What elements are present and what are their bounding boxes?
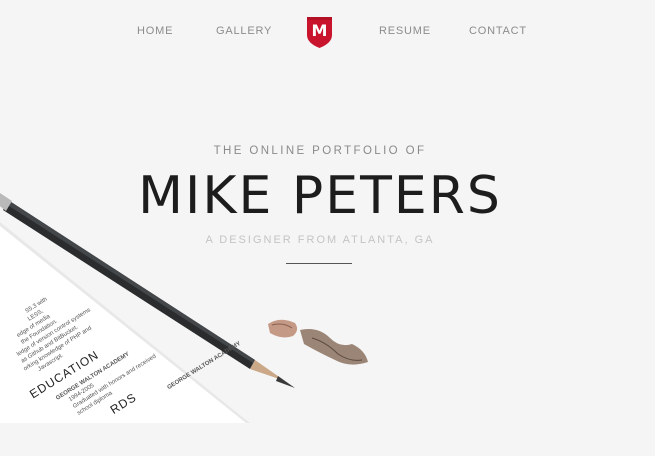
hero-kicker: THE ONLINE PORTFOLIO OF: [213, 145, 427, 157]
hero-divider: [286, 263, 352, 264]
nav-resume-link[interactable]: RESUME: [379, 25, 431, 37]
logo-shield-icon[interactable]: M: [305, 15, 334, 49]
nav-gallery-link[interactable]: GALLERY: [216, 25, 272, 37]
nav-contact-link[interactable]: CONTACT: [469, 25, 527, 37]
nav-home-link[interactable]: HOME: [137, 25, 173, 37]
pencil-shavings: [268, 319, 368, 365]
pencil-lead: [276, 376, 295, 388]
top-navigation: HOME GALLERY M RESUME CONTACT: [0, 0, 655, 62]
hero-name-title: MIKE PETERS: [138, 166, 502, 226]
hero-tagline: A DESIGNER FROM ATLANTA, GA: [205, 234, 435, 246]
logo-letter: M: [311, 21, 328, 40]
